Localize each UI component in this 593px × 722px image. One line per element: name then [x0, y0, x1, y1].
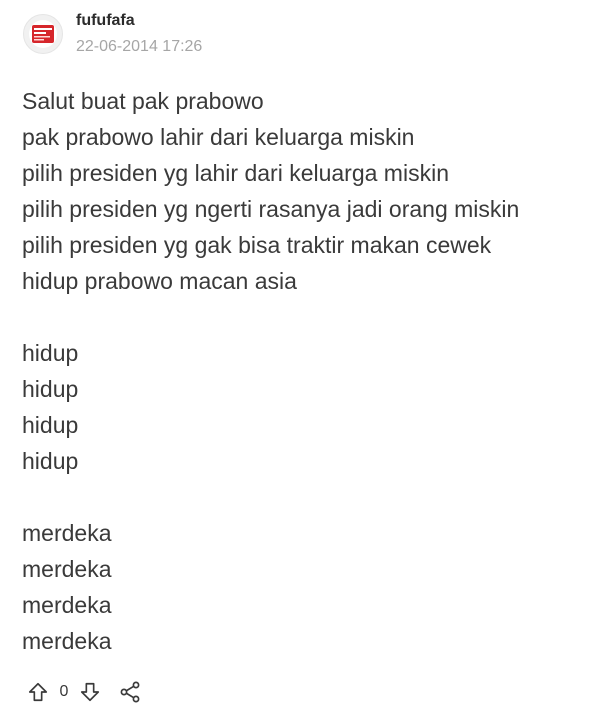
- post-text-line: pilih presiden yg gak bisa traktir makan…: [22, 232, 492, 258]
- avatar-logo-icon: [29, 20, 57, 48]
- post-header: fufufafa 22-06-2014 17:26: [23, 11, 202, 56]
- share-button[interactable]: [116, 678, 144, 706]
- post-text-line: pilih presiden yg ngerti rasanya jadi or…: [22, 196, 520, 222]
- post-text-line: merdeka: [22, 628, 112, 654]
- arrow-up-outline-icon: [28, 682, 48, 702]
- post-text-line: merdeka: [22, 520, 112, 546]
- vote-count: 0: [59, 683, 69, 700]
- post-actions: 0: [24, 676, 144, 708]
- post-text-line: pak prabowo lahir dari keluarga miskin: [22, 124, 415, 150]
- post-text-line: Salut buat pak prabowo: [22, 88, 264, 114]
- post-text-line: hidup: [22, 448, 79, 474]
- post-text-line: hidup: [22, 412, 79, 438]
- post-text-line: pilih presiden yg lahir dari keluarga mi…: [22, 160, 449, 186]
- share-icon: [120, 681, 140, 703]
- post-text-line: merdeka: [22, 556, 112, 582]
- post-text-line: hidup: [22, 340, 79, 366]
- downvote-button[interactable]: [76, 678, 104, 706]
- username[interactable]: fufufafa: [76, 12, 202, 30]
- upvote-button[interactable]: [24, 678, 52, 706]
- post-body: Salut buat pak prabowo pak prabowo lahir …: [22, 83, 519, 659]
- post-text-line: merdeka: [22, 592, 112, 618]
- timestamp: 22-06-2014 17:26: [76, 38, 203, 55]
- post-meta: fufufafa 22-06-2014 17:26: [76, 11, 202, 56]
- post-card: fufufafa 22-06-2014 17:26 Salut buat pak…: [0, 0, 593, 722]
- arrow-down-outline-icon: [80, 682, 100, 702]
- avatar[interactable]: [23, 14, 63, 54]
- post-text-line: hidup prabowo macan asia: [22, 268, 297, 294]
- post-text-line: hidup: [22, 376, 79, 402]
